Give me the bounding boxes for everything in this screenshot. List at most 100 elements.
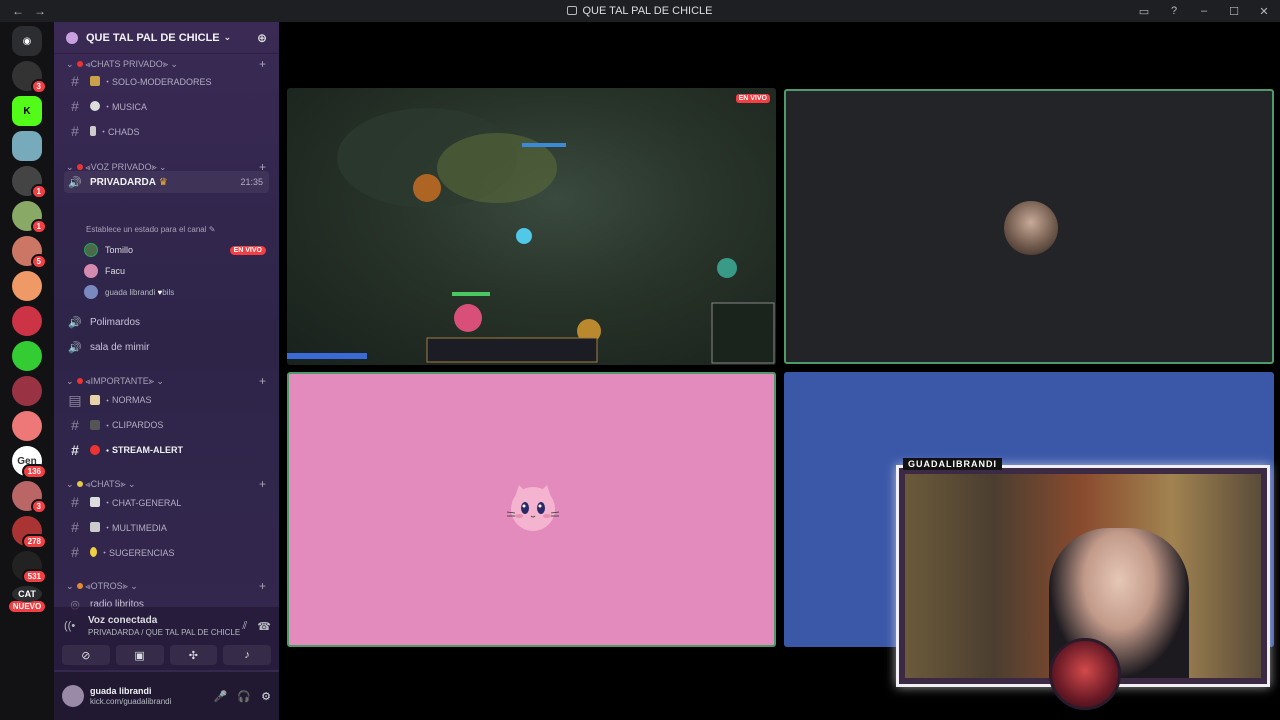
clapper-icon <box>90 420 100 430</box>
speaker-icon: 🔊 <box>68 176 82 189</box>
server-icon[interactable]: 3 <box>12 61 47 94</box>
voice-location[interactable]: PRIVADARDA / QUE TAL PAL DE CHICLE <box>88 628 240 637</box>
guild-header[interactable]: QUE TAL PAL DE CHICLE ⌄ ⊕ <box>54 22 279 54</box>
voice-channel-sala-de-mimir[interactable]: 🔊 sala de mimir <box>64 336 269 358</box>
minimize-button[interactable]: – <box>1196 5 1212 17</box>
soundboard-button[interactable]: ♪ <box>223 645 271 665</box>
hash-icon: # <box>71 73 79 89</box>
video-stage: EN VIVO GUADALIBRANDI <box>279 22 1280 720</box>
server-icon[interactable] <box>12 271 42 301</box>
server-icon[interactable]: CAT <box>12 586 42 602</box>
server-icon[interactable] <box>12 341 42 371</box>
live-badge: EN VIVO <box>229 245 266 255</box>
user-name[interactable]: guada librandi <box>90 686 171 696</box>
channel-status[interactable]: Establece un estado para el canal ✎ <box>86 225 215 234</box>
close-button[interactable]: ✕ <box>1256 5 1272 18</box>
server-badge: 1 <box>30 184 47 199</box>
server-icon[interactable] <box>12 376 42 406</box>
headphones-icon[interactable]: 🎧 <box>237 690 251 703</box>
voice-user[interactable]: Facu <box>84 261 266 281</box>
add-channel-icon[interactable]: + <box>259 57 266 71</box>
avatar[interactable] <box>62 685 84 707</box>
guild-name: QUE TAL PAL DE CHICLE <box>86 31 220 44</box>
server-icon[interactable]: 1 <box>12 201 47 234</box>
window-title: QUE TAL PAL DE CHICLE <box>0 5 1280 17</box>
hash-icon: # <box>71 98 79 114</box>
channel-clipardos[interactable]: # ・ CLIPARDOS <box>64 414 269 436</box>
window-titlebar: ← → QUE TAL PAL DE CHICLE ▭ ? – ☐ ✕ <box>0 0 1280 22</box>
category-importante[interactable]: ⌄ ⪡ IMPORTANTE ⪢ ⌄ + <box>66 374 266 388</box>
voice-timer: 21:35 <box>240 177 263 187</box>
server-icon[interactable]: 3 <box>12 481 47 514</box>
overlay-label: GUADALIBRANDI <box>903 458 1002 470</box>
stream-tile-game[interactable]: EN VIVO <box>287 88 776 365</box>
channel-chads[interactable]: # ・CHADS <box>64 120 269 142</box>
voice-status[interactable]: Voz conectada <box>88 615 240 626</box>
channel-sugerencias[interactable]: # ・SUGERENCIAS <box>64 541 269 563</box>
server-icon[interactable]: 1 <box>12 166 47 199</box>
channel-solo-moderadores[interactable]: # ・SOLO-MODERADORES <box>64 70 269 92</box>
video-tile-camera[interactable] <box>784 89 1274 364</box>
camera-off-button[interactable]: ⊘ <box>62 645 110 665</box>
back-arrow-icon[interactable]: ← <box>12 4 24 18</box>
hash-icon: # <box>71 417 79 433</box>
crown-icon: ♛ <box>158 176 168 188</box>
category-otros[interactable]: ⌄ ⪡ OTROS ⪢ ⌄ + <box>66 579 266 593</box>
film-icon <box>90 522 100 532</box>
kick-server-icon[interactable]: K <box>12 96 42 126</box>
voice-user[interactable]: Tomillo EN VIVO <box>84 240 266 260</box>
server-icon[interactable] <box>12 411 42 441</box>
screen-share-button[interactable]: ▣ <box>115 645 164 665</box>
server-icon[interactable]: 5 <box>12 236 47 269</box>
server-badge: 278 <box>21 534 47 549</box>
invite-people-icon[interactable]: ⊕ <box>257 31 267 45</box>
server-icon[interactable]: Gen 136 <box>12 446 47 479</box>
channel-musica[interactable]: # ・MUSICA <box>64 95 269 117</box>
channel-chat-general[interactable]: # ・CHAT-GENERAL <box>64 491 269 513</box>
microphone-icon[interactable]: 🎤 <box>214 690 228 703</box>
add-channel-icon[interactable]: + <box>259 477 266 491</box>
disconnect-icon[interactable]: ☎ <box>257 620 271 633</box>
category-chats-privado[interactable]: ⌄ ⪡ CHATS PRIVADO ⪢ ⌄ + <box>66 57 266 71</box>
video-tile-pink[interactable] <box>287 372 776 647</box>
channel-normas[interactable]: ▤ ・ NORMAS <box>64 389 269 411</box>
add-channel-icon[interactable]: + <box>259 579 266 593</box>
user-status: kick.com/guadalibrandi <box>90 697 172 706</box>
forward-arrow-icon[interactable]: → <box>34 4 46 18</box>
add-channel-icon[interactable]: + <box>259 374 266 388</box>
pencil-icon: ✎ <box>208 225 216 234</box>
server-badge: 3 <box>30 79 47 94</box>
gear-icon[interactable]: ⚙ <box>261 690 271 703</box>
maximize-button[interactable]: ☐ <box>1226 5 1242 18</box>
discord-home-icon[interactable]: ◉ <box>12 26 42 56</box>
hash-icon: # <box>71 123 79 139</box>
server-icon[interactable] <box>12 306 42 336</box>
sparkles-icon <box>76 481 83 487</box>
noise-suppression-icon[interactable]: ⫽ <box>242 620 247 633</box>
channel-stream-alert[interactable]: # ・ STREAM-ALERT <box>64 439 269 461</box>
server-badge: 136 <box>21 464 47 479</box>
signal-icon[interactable]: ((• <box>64 620 82 632</box>
voice-channel-privadarda[interactable]: 🔊 PRIVADARDA ♛ 21:35 <box>64 171 269 193</box>
server-badge: 3 <box>30 499 47 514</box>
server-list: ◉ 3 K 1 1 5 Gen 136 3 278 531 CAT NUEVO <box>0 22 54 720</box>
activities-button[interactable]: ✣ <box>169 645 218 665</box>
category-chats[interactable]: ⌄ ⪡ CHATS ⪢ ⌄ + <box>66 477 266 491</box>
channel-multimedia[interactable]: # ・MULTIMEDIA <box>64 516 269 538</box>
server-icon[interactable]: 531 <box>12 551 47 584</box>
server-icon[interactable]: 278 <box>12 516 47 549</box>
voice-channel-polimardos[interactable]: 🔊 Polimardos <box>64 311 269 333</box>
avatar <box>1004 201 1058 255</box>
avatar <box>84 285 98 299</box>
user-panel: guada librandi kick.com/guadalibrandi 🎤 … <box>54 672 279 720</box>
channel-sidebar: QUE TAL PAL DE CHICLE ⌄ ⊕ ⌄ ⪡ CHATS PRIVA… <box>54 22 279 720</box>
live-badge: EN VIVO <box>735 94 770 103</box>
inbox-icon[interactable]: ▭ <box>1136 5 1152 18</box>
pin-icon <box>76 378 83 384</box>
voice-user[interactable]: guada librandi ♥ bils <box>84 282 266 302</box>
server-folder-icon[interactable] <box>12 131 42 161</box>
speaker-icon: 🔊 <box>68 316 82 329</box>
hammer-icon <box>90 76 100 86</box>
cat-avatar-icon <box>506 485 560 531</box>
help-icon[interactable]: ? <box>1166 5 1182 17</box>
